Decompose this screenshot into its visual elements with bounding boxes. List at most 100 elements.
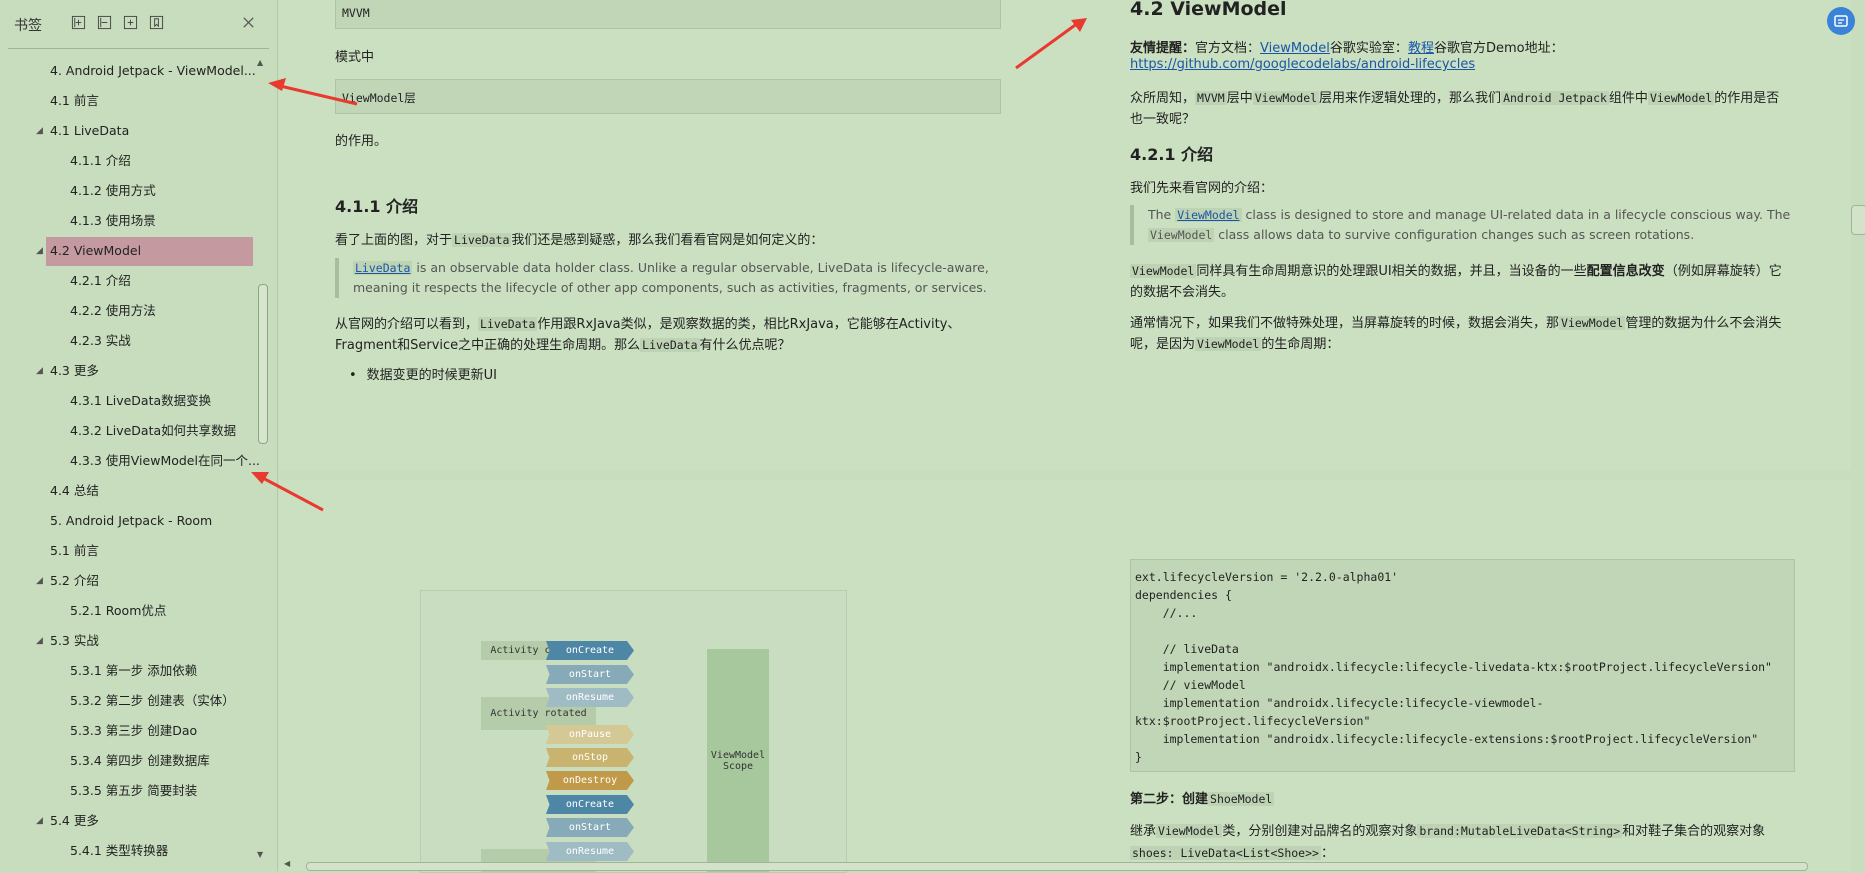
bookmark-item[interactable]: 4.1 前言 [0,86,262,116]
floating-tool-button[interactable] [1827,7,1855,35]
bookmark-item[interactable]: 4.1.2 使用方式 [0,176,262,206]
red-arrow-bookmark [268,78,358,106]
bookmark-item[interactable]: 4.1.3 使用场景 [0,206,262,236]
bookmark-item[interactable]: 4.2.2 使用方法 [0,296,262,326]
inline-code: ViewModel [1195,337,1262,351]
bullet-text: 数据变更的时候更新UI [366,368,498,383]
bookmark-item[interactable]: 4. Android Jetpack - ViewModel... [0,56,262,86]
bookmark-item[interactable]: 4.3.2 LiveData如何共享数据 [0,416,262,446]
sidebar-scroll-thumb[interactable] [258,284,268,444]
text: 层中 [1226,91,1253,106]
collapse-all-icon[interactable] [96,14,112,30]
scroll-left-icon[interactable]: ◀ [284,859,290,868]
inline-code: ViewModel [1559,316,1626,330]
bookmark-item[interactable]: ◢ 4.1 LiveData [0,116,262,146]
livedata-link[interactable]: LiveData [353,261,413,275]
step2-heading: 第二步：创建 ShoeModel [1130,788,1275,807]
expand-toggle-icon[interactable]: ◢ [36,626,43,656]
expand-toggle-icon[interactable]: ◢ [36,566,43,596]
inline-code: ViewModel [1647,91,1715,105]
bookmark-item[interactable]: ◢ 5.3 实战 [0,626,262,656]
viewmodel-link[interactable]: ViewModel [1175,208,1242,222]
right-page-bottom: ext.lifecycleVersion = '2.2.0-alpha01' d… [1065,480,1851,871]
horizontal-scrollbar[interactable]: ◀ [280,859,1846,871]
right-page-top: 4.2 ViewModel 友情提醒：官方文档：ViewModel谷歌实验室：教… [1065,0,1851,470]
bookmark-label: 4.4 总结 [50,483,99,498]
scroll-up-icon[interactable]: ▲ [257,58,263,67]
text: 同样具有生命周期意识的处理跟UI相关的数据，并且，当设备的一些 [1196,264,1587,279]
scroll-down-icon[interactable]: ▼ [257,850,263,859]
lifecycle-event: onCreate [546,795,634,814]
quote-text: class allows data to survive configurati… [1214,227,1695,242]
text: 谷歌官方Demo地址： [1433,41,1564,56]
bookmark-label: 4.1.2 使用方式 [70,183,156,198]
bookmark-item[interactable]: ◢ 5.4 更多 [0,806,262,836]
bookmark-item[interactable]: 5.3.1 第一步 添加依赖 [0,656,262,686]
bookmark-item[interactable]: 5. Android Jetpack - Room [0,506,262,536]
quote-livedata: LiveData is an observable data holder cl… [335,258,993,298]
red-arrow-viewmodel-item [251,472,324,512]
left-page-top: MVVM 模式中 ViewModel层 的作用。 4.1.1 介绍 看了上面的图… [279,0,1065,470]
bookmark-item[interactable]: 5.3.4 第四步 创建数据库 [0,746,262,776]
inline-code: shoes: LiveData<List<Shoe>> [1130,846,1321,860]
tutorial-link[interactable]: 教程 [1408,41,1434,56]
inline-code: ShoeModel [1208,792,1275,806]
expand-toggle-icon[interactable]: ◢ [36,806,43,836]
bookmark-label: 4.3.1 LiveData数据变换 [70,393,212,408]
text: 我们还是感到疑惑，那么我们看看官网是如何定义的： [511,233,824,248]
bookmark-item[interactable]: 4.2.3 实战 [0,326,262,356]
expand-toggle-icon[interactable]: ◢ [36,236,43,266]
text: 作用跟RxJava类似，是观察数据的类，相比RxJava，它能够在Activit… [537,317,961,332]
bookmark-label: 5.2.1 Room优点 [70,603,167,618]
tip-label: 友情提醒： [1130,41,1196,56]
bold-text: 配置信息改变 [1586,264,1665,279]
paragraph-viewmodel-lifecycle: ViewModel 同样具有生命周期意识的处理跟UI相关的数据，并且，当设备的一些… [1130,260,1782,279]
bookmark-item[interactable]: ◢ 4.2 ViewModel [0,236,262,266]
red-arrow-heading [1015,18,1087,70]
expand-toggle-icon[interactable]: ◢ [36,116,43,146]
sidebar-scrollbar[interactable]: ▲ ▼ [256,56,268,862]
bookmark-item[interactable]: 4.4 总结 [0,476,262,506]
text: Fragment和Service之中正确的处理生命周期。那么 [335,338,641,353]
tip-line: 友情提醒：官方文档：ViewModel谷歌实验室：教程谷歌官方Demo地址： [1130,37,1564,56]
bookmark-item[interactable]: ◢ 4.3 更多 [0,356,262,386]
close-icon[interactable] [240,14,256,30]
sidebar-header: 书签 [8,0,269,49]
bookmark-icon[interactable] [148,14,164,30]
bookmark-item[interactable]: 5.3.5 第五步 简要封装 [0,776,262,806]
lifecycle-event: onStart [546,665,634,684]
bookmark-item[interactable]: 5.3.2 第二步 创建表（实体） [0,686,262,716]
inline-code: MVVM [1195,91,1227,105]
page-scroll-indicator[interactable] [1851,205,1865,235]
paragraph-shoemodel: 继承 ViewModel 类，分别创建对品牌名的观察对象 brand:MutableL… [1130,820,1765,839]
bookmark-item[interactable]: 5.1 前言 [0,536,262,566]
bookmark-label: 4.1 前言 [50,93,99,108]
heading-4-2: 4.2 ViewModel [1130,0,1287,20]
bookmark-label: 5.3.2 第二步 创建表（实体） [70,693,235,708]
bookmark-label: 4.3.3 使用ViewModel在同一个... [70,453,260,468]
paragraph-mvvm-2: 也一致呢？ [1130,112,1196,127]
horizontal-scroll-thumb[interactable] [306,862,1808,871]
bookmark-item[interactable]: 5.3.3 第三步 创建Dao [0,716,262,746]
text: 层用来作逻辑处理的，那么我们 [1319,91,1502,106]
bookmark-item[interactable]: 4.2.1 介绍 [0,266,262,296]
bookmark-item[interactable]: 4.1.1 介绍 [0,146,262,176]
tool-icon [1834,15,1848,27]
demo-url-link[interactable]: https://github.com/googlecodelabs/androi… [1130,57,1475,72]
bookmark-label: 4.3.2 LiveData如何共享数据 [70,423,237,438]
add-bookmark-icon[interactable] [122,14,138,30]
inline-code: brand:MutableLiveData<String> [1417,824,1623,838]
bookmark-item[interactable]: 5.2.1 Room优点 [0,596,262,626]
expand-all-icon[interactable] [70,14,86,30]
bookmark-label: 4.2.2 使用方法 [70,303,156,318]
bookmark-item[interactable]: ◢ 5.2 介绍 [0,566,262,596]
viewmodel-doc-link[interactable]: ViewModel [1260,41,1330,56]
bookmark-item[interactable]: 4.3.3 使用ViewModel在同一个... [0,446,262,476]
bookmark-item[interactable]: 4.3.1 LiveData数据变换 [0,386,262,416]
heading-4-1-1: 4.1.1 介绍 [335,197,419,216]
bookmark-item[interactable]: 5.4.1 类型转换器 [0,836,262,866]
expand-toggle-icon[interactable]: ◢ [36,356,43,386]
text: 的生命周期： [1261,337,1340,352]
sidebar-title: 书签 [14,18,42,34]
code-lines: ext.lifecycleVersion = '2.2.0-alpha01' d… [1135,570,1772,764]
